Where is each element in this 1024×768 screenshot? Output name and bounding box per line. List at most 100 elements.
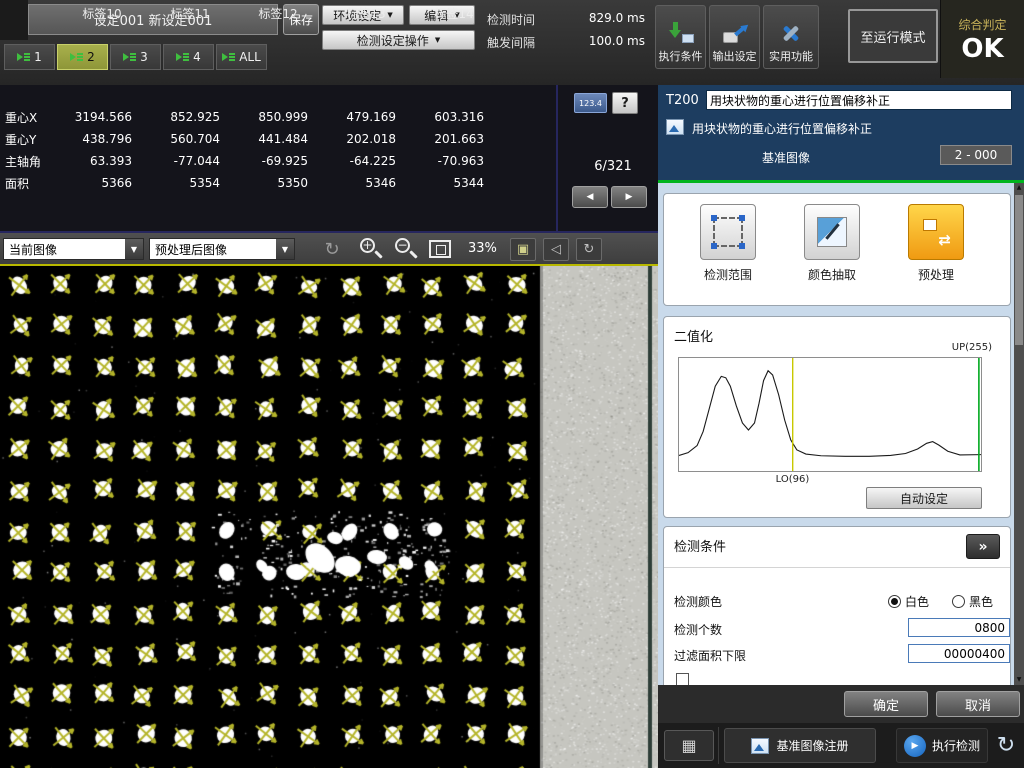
reference-image-value[interactable]: 2 - 000 <box>940 145 1012 165</box>
chevron-down-icon: ▼ <box>125 239 143 259</box>
play-icon: ▶ <box>904 735 926 757</box>
ok-button[interactable]: 确定 <box>844 691 928 717</box>
keyboard-icon: ▦ <box>681 736 696 755</box>
filter-area-input[interactable] <box>908 644 1010 663</box>
filter-area-label: 过滤面积下限 <box>674 647 746 664</box>
panel-scrollbar[interactable]: ▲ ▼ <box>1014 183 1024 685</box>
output-setting-button[interactable]: 输出设定 <box>709 5 760 69</box>
table-row: 重心X 3194.566 852.925 850.999 479.169 603… <box>0 106 498 128</box>
upper-threshold-label: UP(255) <box>952 342 992 353</box>
vision-system-app: 设定001 新设定001 保存 环境设定 ▼ 编辑 ▼ 检测设定操作 ▼ 检测时… <box>0 0 1024 768</box>
tool-icon <box>666 119 684 135</box>
preprocess-icon: ⇄ <box>921 217 951 247</box>
utility-icon <box>777 22 805 44</box>
tool-buttons-box: 检测范围 颜色抽取 ⇄ 预处理 <box>663 193 1011 306</box>
binarize-title: 二值化 <box>674 326 713 345</box>
camera-image[interactable] <box>0 266 658 768</box>
exec-condition-button[interactable]: 执行条件 <box>655 5 706 69</box>
detect-color-label: 检测颜色 <box>674 593 722 610</box>
run-detect-button[interactable]: ▶ 执行检测 <box>896 728 988 763</box>
column-header: 标签11 <box>146 5 234 22</box>
auto-set-button[interactable]: 自动设定 <box>866 487 982 509</box>
tab-all[interactable]: ALL <box>216 44 267 70</box>
image-mode-select[interactable]: 预处理后图像 ▼ <box>149 238 295 260</box>
refresh-image-icon[interactable]: ↻ <box>320 237 344 261</box>
image-viewport <box>0 266 658 768</box>
column-header: 标签14 <box>410 5 498 22</box>
trigger-interval-label: 触发间隔 <box>487 34 535 51</box>
scroll-up-icon[interactable]: ▲ <box>1014 183 1024 193</box>
refresh-button[interactable]: ↻ <box>992 731 1020 759</box>
numeric-display-button[interactable]: 123.4 <box>574 93 607 113</box>
tab-2[interactable]: 2 <box>57 44 108 70</box>
utility-button[interactable]: 实用功能 <box>763 5 819 69</box>
keyboard-button[interactable]: ▦ <box>664 730 714 761</box>
detect-count-input[interactable] <box>908 618 1010 637</box>
cancel-button[interactable]: 取消 <box>936 691 1020 717</box>
prev-page-button[interactable]: ◀ <box>572 186 608 208</box>
register-reference-button[interactable]: 基准图像注册 <box>724 728 876 763</box>
lower-threshold-label: LO(96) <box>776 474 810 485</box>
detect-count-label: 检测个数 <box>674 621 722 638</box>
detect-condition-title: 检测条件 <box>674 536 726 555</box>
table-row: 主轴角 63.393 -77.044 -69.925 -64.225 -70.9… <box>0 150 498 172</box>
fit-screen-button[interactable] <box>429 240 451 258</box>
zoom-level: 33% <box>468 241 497 256</box>
image-source-select[interactable]: 当前图像 ▼ <box>3 238 144 260</box>
color-extract-label: 颜色抽取 <box>787 266 877 283</box>
detect-range-icon <box>713 217 743 247</box>
histogram-plot <box>679 358 981 471</box>
reference-image-icon <box>751 738 769 754</box>
trigger-interval-value: 100.0 ms <box>555 34 645 48</box>
tab-1[interactable]: 1 <box>4 44 55 70</box>
overall-judgement: 综合判定 OK <box>940 0 1024 78</box>
color-extract-button[interactable] <box>804 204 860 260</box>
tool-title-input[interactable] <box>706 90 1012 110</box>
radio-unselected-icon <box>952 595 965 608</box>
scroll-down-icon[interactable]: ▼ <box>1014 675 1024 685</box>
image-export-button[interactable]: ▣ <box>510 238 536 261</box>
bottom-action-bar: ▦ 基准图像注册 ▶ 执行检测 ↻ <box>658 723 1024 768</box>
table-header-row: 标签10 标签11 标签12 标签13 标签14 <box>0 2 498 24</box>
tab-run-icon <box>17 53 30 62</box>
histogram <box>678 357 982 472</box>
preprocess-button[interactable]: ⇄ <box>908 204 964 260</box>
expand-button[interactable]: » <box>966 534 1000 559</box>
table-row: 面积 5366 5354 5350 5346 5344 <box>0 172 498 194</box>
judgement-label: 综合判定 <box>958 16 1006 33</box>
to-run-mode-button[interactable]: 至运行模式 <box>848 9 938 63</box>
scrollbar-thumb[interactable] <box>1015 195 1023 345</box>
detect-condition-box: 检测条件 » 检测颜色 白色 黑色 检测个数 过滤面积下限 <box>663 526 1011 685</box>
column-header: 标签13 <box>322 5 410 22</box>
detect-time-value: 829.0 ms <box>555 11 645 25</box>
reference-image-label: 基准图像 <box>762 149 810 166</box>
divider <box>664 567 1010 568</box>
confirm-bar: 确定 取消 <box>658 685 1024 723</box>
detect-range-label: 检测范围 <box>683 266 773 283</box>
zoom-in-button[interactable]: + <box>358 236 385 263</box>
next-page-button[interactable]: ▶ <box>611 186 647 208</box>
result-table: 标签10 标签11 标签12 标签13 标签14 重心X 3194.566 85… <box>0 85 658 233</box>
radio-white[interactable]: 白色 <box>888 591 929 610</box>
detect-setting-menu[interactable]: 检测设定操作 ▼ <box>322 30 475 50</box>
tab-3[interactable]: 3 <box>110 44 161 70</box>
detect-range-button[interactable] <box>700 204 756 260</box>
tab-run-icon <box>222 53 235 62</box>
tab-4[interactable]: 4 <box>163 44 214 70</box>
radio-black[interactable]: 黑色 <box>952 591 993 610</box>
exec-condition-icon <box>667 22 695 44</box>
image-prev-button[interactable]: ◁ <box>543 238 569 261</box>
zoom-out-button[interactable]: − <box>393 236 420 263</box>
settings-scroll-area: 检测范围 颜色抽取 ⇄ 预处理 二值化 UP(255) <box>658 183 1014 685</box>
filter-checkbox[interactable] <box>676 673 689 685</box>
radio-selected-icon <box>888 595 901 608</box>
eyedropper-icon <box>817 217 847 247</box>
help-button[interactable]: ? <box>612 92 638 114</box>
divider <box>718 727 719 764</box>
image-reload-button[interactable]: ↻ <box>576 238 602 261</box>
page-indicator: 6/321 <box>578 159 648 174</box>
tool-id: T200 <box>666 93 699 108</box>
tab-run-icon <box>176 53 189 62</box>
output-setting-icon <box>721 22 749 44</box>
tab-run-icon <box>123 53 136 62</box>
